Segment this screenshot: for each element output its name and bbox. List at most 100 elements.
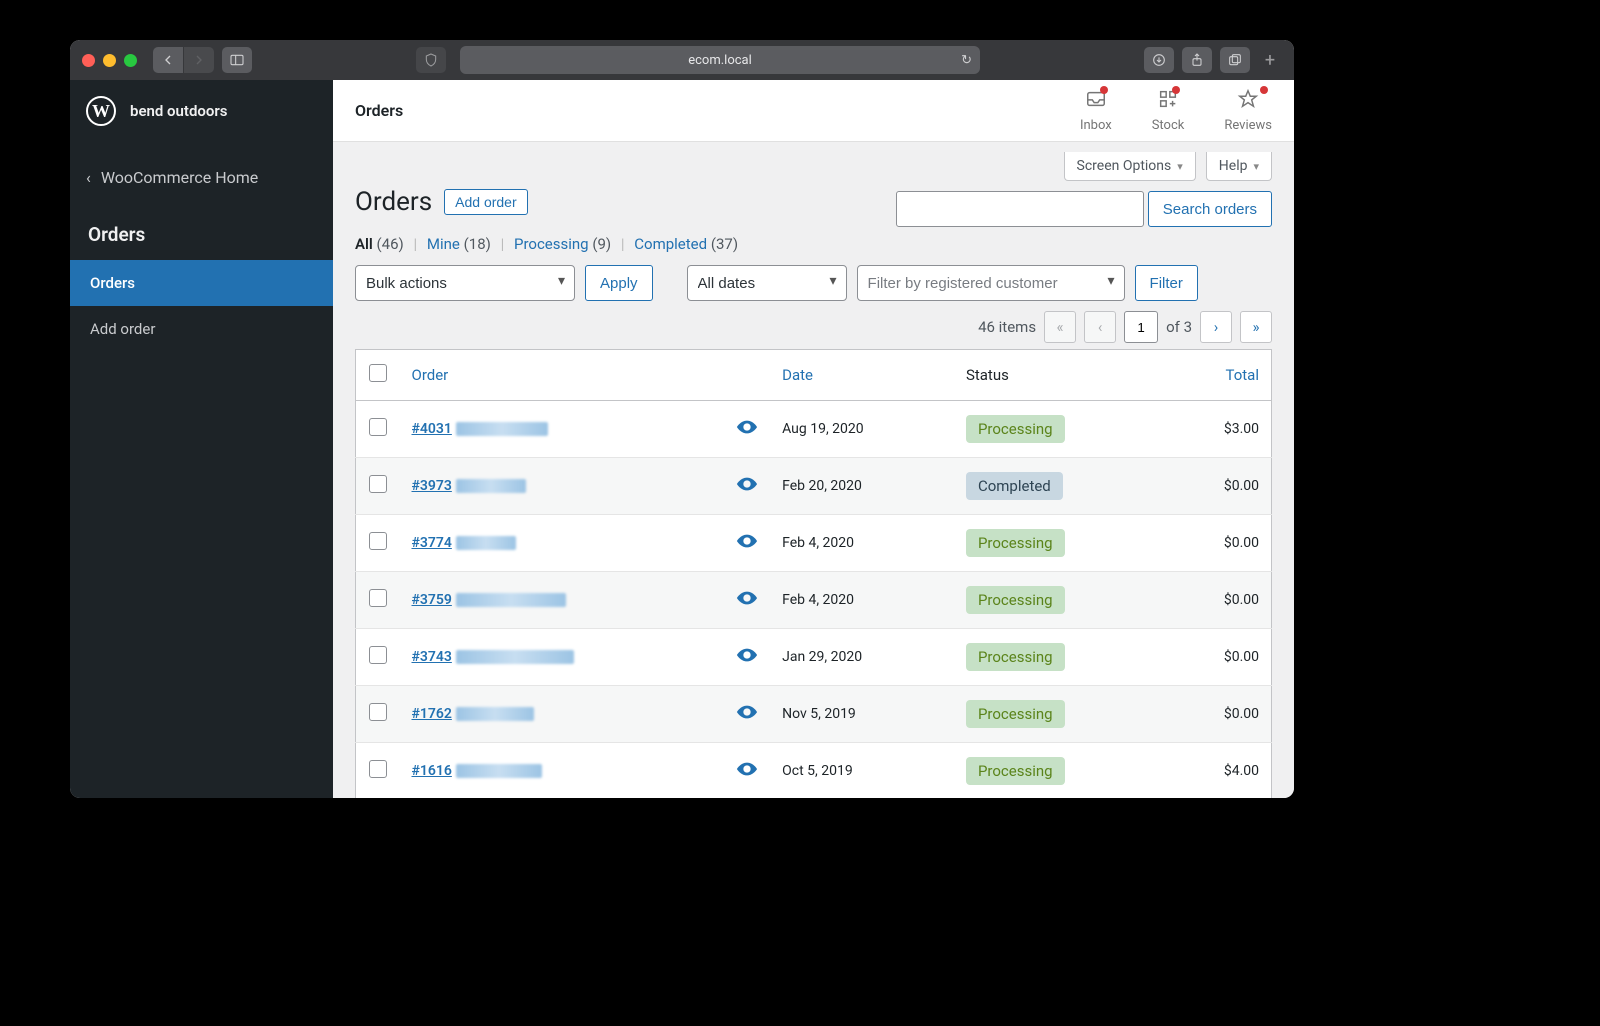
order-link[interactable]: #3774 (412, 535, 452, 551)
next-page-button[interactable]: › (1200, 311, 1232, 343)
search-orders-button[interactable]: Search orders (1148, 191, 1272, 227)
col-total[interactable]: Total (1168, 350, 1272, 401)
share-icon[interactable] (1182, 47, 1212, 73)
status-badge: Processing (966, 700, 1065, 728)
date-filter-select[interactable]: All dates (687, 265, 847, 301)
customer-name-redacted (456, 422, 548, 436)
filter-button[interactable]: Filter (1135, 265, 1198, 301)
woocommerce-topbar: Orders InboxStockReviews (333, 80, 1294, 142)
new-tab-button[interactable]: + (1258, 50, 1282, 71)
order-link[interactable]: #3743 (412, 649, 452, 665)
downloads-icon[interactable] (1144, 47, 1174, 73)
view-filters: All (46) | Mine (18) | Processing (9) | … (355, 235, 1272, 253)
preview-icon[interactable] (724, 458, 770, 515)
preview-icon[interactable] (724, 743, 770, 799)
order-date: Aug 19, 2020 (770, 401, 954, 458)
page-title: Orders (355, 187, 432, 217)
order-date: Feb 4, 2020 (770, 515, 954, 572)
row-checkbox[interactable] (369, 760, 387, 778)
customer-name-redacted (456, 650, 574, 664)
view-completed[interactable]: Completed (634, 235, 707, 253)
sidebar-section-title: Orders (70, 203, 333, 260)
order-link[interactable]: #4031 (412, 421, 452, 437)
inbox-button[interactable]: Inbox (1080, 88, 1112, 133)
bulk-actions-select[interactable]: Bulk actions (355, 265, 575, 301)
last-page-button[interactable]: » (1240, 311, 1272, 343)
site-brand[interactable]: W bend outdoors (70, 80, 333, 152)
status-badge: Processing (966, 415, 1065, 443)
select-all-checkbox[interactable] (369, 364, 387, 382)
prev-page-button[interactable]: ‹ (1084, 311, 1116, 343)
sidebar-item-orders[interactable]: Orders (70, 260, 333, 306)
table-row: #4031 Aug 19, 2020 Processing $3.00 (356, 401, 1272, 458)
preview-icon[interactable] (724, 572, 770, 629)
apply-button[interactable]: Apply (585, 265, 653, 301)
row-checkbox[interactable] (369, 703, 387, 721)
row-checkbox[interactable] (369, 418, 387, 436)
sidebar-item-add-order[interactable]: Add order (70, 306, 333, 352)
col-order[interactable]: Order (400, 350, 725, 401)
stock-button[interactable]: Stock (1152, 88, 1185, 133)
admin-sidebar: W bend outdoors ‹ WooCommerce Home Order… (70, 80, 333, 798)
chevron-left-icon: ‹ (86, 168, 91, 187)
preview-icon[interactable] (724, 686, 770, 743)
nav-forward-button[interactable] (184, 47, 214, 73)
site-name: bend outdoors (130, 102, 228, 120)
privacy-shield-icon[interactable] (416, 47, 446, 73)
table-row: #1762 Nov 5, 2019 Processing $0.00 (356, 686, 1272, 743)
reviews-button[interactable]: Reviews (1224, 88, 1272, 133)
view-all[interactable]: All (355, 235, 373, 253)
screen-options-toggle[interactable]: Screen Options (1064, 152, 1196, 181)
close-window-icon[interactable] (82, 54, 95, 67)
order-total: $0.00 (1168, 686, 1272, 743)
order-link[interactable]: #3759 (412, 592, 452, 608)
tabs-icon[interactable] (1220, 47, 1250, 73)
maximize-window-icon[interactable] (124, 54, 137, 67)
page-input[interactable] (1124, 311, 1158, 343)
col-date[interactable]: Date (770, 350, 954, 401)
url-text: ecom.local (688, 53, 752, 68)
notification-dot-icon (1260, 86, 1268, 94)
help-toggle[interactable]: Help (1206, 152, 1272, 181)
wordpress-logo-icon: W (86, 96, 116, 126)
safari-titlebar: ecom.local ↻ + (70, 40, 1294, 80)
row-checkbox[interactable] (369, 532, 387, 550)
customer-filter-select[interactable]: Filter by registered customer (857, 265, 1125, 301)
order-link[interactable]: #3973 (412, 478, 452, 494)
table-row: #3973Feb 20, 2020Completed$0.00 (356, 458, 1272, 515)
status-badge: Processing (966, 643, 1065, 671)
notification-dot-icon (1172, 86, 1180, 94)
row-checkbox[interactable] (369, 475, 387, 493)
preview-icon[interactable] (724, 629, 770, 686)
view-mine[interactable]: Mine (427, 235, 460, 253)
order-total: $3.00 (1168, 401, 1272, 458)
reload-icon[interactable]: ↻ (961, 53, 972, 68)
customer-name-redacted (456, 593, 566, 607)
preview-icon[interactable] (724, 401, 770, 458)
row-checkbox[interactable] (369, 589, 387, 607)
reviews-icon (1237, 88, 1259, 114)
preview-icon[interactable] (724, 515, 770, 572)
table-row: #3743Jan 29, 2020Processing$0.00 (356, 629, 1272, 686)
search-input[interactable] (896, 191, 1144, 227)
first-page-button[interactable]: « (1044, 311, 1076, 343)
add-order-button[interactable]: Add order (444, 189, 527, 215)
order-date: Jan 29, 2020 (770, 629, 954, 686)
order-link[interactable]: #1616 (412, 763, 452, 779)
main-content: Orders InboxStockReviews Screen Options … (333, 80, 1294, 798)
customer-name-redacted (456, 707, 534, 721)
order-date: Nov 5, 2019 (770, 686, 954, 743)
view-processing[interactable]: Processing (514, 235, 589, 253)
minimize-window-icon[interactable] (103, 54, 116, 67)
row-checkbox[interactable] (369, 646, 387, 664)
sidebar-toggle-icon[interactable] (222, 47, 252, 73)
nav-back-button[interactable] (153, 47, 183, 73)
table-row: #1616Oct 5, 2019Processing$4.00 (356, 743, 1272, 799)
status-badge: Processing (966, 586, 1065, 614)
order-link[interactable]: #1762 (412, 706, 452, 722)
pagination: 46 items « ‹ of 3 › » (355, 311, 1272, 343)
customer-name-redacted (456, 479, 526, 493)
back-to-woocommerce[interactable]: ‹ WooCommerce Home (70, 152, 333, 203)
address-bar[interactable]: ecom.local ↻ (460, 46, 980, 74)
item-count: 46 items (978, 318, 1036, 336)
